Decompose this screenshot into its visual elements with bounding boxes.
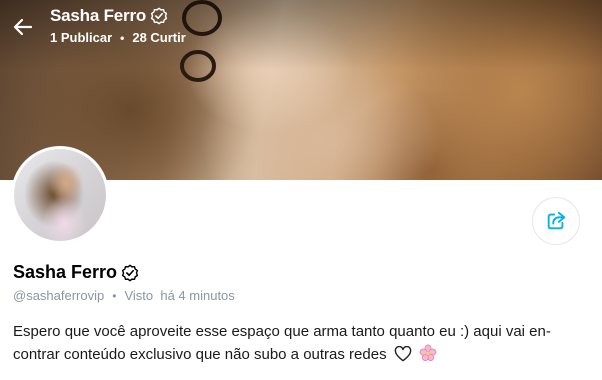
verified-badge-icon xyxy=(121,264,139,281)
back-button[interactable] xyxy=(8,12,38,42)
bio-line-1: Espero que você aproveite esse espaço qu… xyxy=(13,323,551,340)
profile-handle: @sashaferrovip xyxy=(13,288,105,303)
profile-bio: Espero que você aproveite esse espaço qu… xyxy=(13,320,583,366)
last-seen: Visto há 4 minutos xyxy=(124,288,234,303)
cherry-blossom-icon xyxy=(419,344,437,362)
arrow-left-icon xyxy=(13,18,33,36)
header-likes-count: 28 Curtir xyxy=(132,30,186,45)
verified-badge-icon xyxy=(150,7,168,25)
share-button[interactable] xyxy=(532,197,580,245)
bio-line-2-wrap: contrar conteúdo exclusivo que não subo … xyxy=(13,343,583,366)
last-seen-label: Visto xyxy=(124,288,154,303)
avatar[interactable] xyxy=(11,146,109,244)
header-info: Sasha Ferro 1 Publicar • 28 Curtir xyxy=(50,6,186,45)
header-posts-count[interactable]: 1 Publicar xyxy=(50,30,112,45)
last-seen-time: há 4 minutos xyxy=(160,288,235,303)
share-icon xyxy=(547,211,566,230)
heart-outline-icon xyxy=(394,346,412,362)
profile-meta: @sashaferrovip • Visto há 4 minutos xyxy=(13,288,235,303)
header-name: Sasha Ferro xyxy=(50,6,147,25)
header-stats-separator: • xyxy=(120,30,125,45)
profile-name-row: Sasha Ferro xyxy=(13,262,139,283)
meta-separator: • xyxy=(112,288,117,303)
bio-line-2: contrar conteúdo exclusivo que não subo … xyxy=(13,346,387,363)
profile-name: Sasha Ferro xyxy=(13,262,118,282)
